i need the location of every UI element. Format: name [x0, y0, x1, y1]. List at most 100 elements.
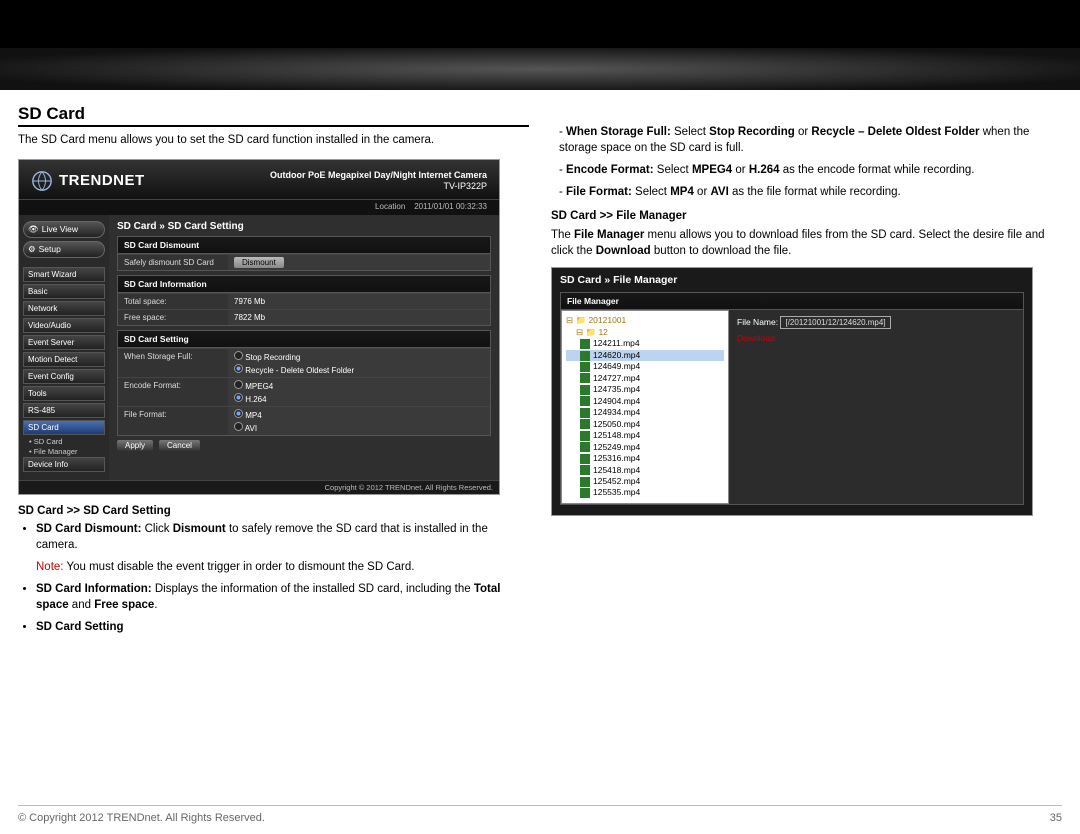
ui-copyright: Copyright © 2012 TRENDnet. All Rights Re… [19, 480, 499, 494]
brand-name: TRENDNET [59, 172, 145, 189]
file-manager-description: The File Manager menu allows you to down… [551, 228, 1062, 259]
left-column: SD Card The SD Card menu allows you to s… [18, 104, 529, 641]
brand-logo: TRENDNET [31, 170, 145, 192]
file-item[interactable]: 125535.mp4 [566, 487, 724, 498]
eye-icon: 👁 [28, 224, 39, 235]
nav-basic[interactable]: Basic [23, 284, 105, 299]
product-name: Outdoor PoE Megapixel Day/Night Internet… [270, 170, 487, 182]
page-footer: © Copyright 2012 TRENDnet. All Rights Re… [18, 805, 1062, 824]
free-space-label: Free space: [118, 310, 228, 325]
nav-smart-wizard[interactable]: Smart Wizard [23, 267, 105, 282]
storage-full-label: When Storage Full: [118, 349, 228, 377]
download-link[interactable]: Download [737, 333, 775, 343]
radio-avi[interactable] [234, 422, 243, 431]
file-icon [580, 431, 590, 441]
file-item[interactable]: 124904.mp4 [566, 396, 724, 407]
location-label: Location [375, 202, 405, 211]
screenshot-file-manager: SD Card » File Manager File Manager ⊟ 📁 … [551, 267, 1033, 516]
section-heading-sd-card: SD Card [18, 104, 529, 127]
file-icon [580, 362, 590, 372]
fm-panel-title: SD Card » File Manager [552, 268, 1032, 292]
live-view-button[interactable]: 👁 Live View [23, 221, 105, 238]
intro-text: The SD Card menu allows you to set the S… [18, 133, 529, 149]
header-title-right: TV-IP322P [989, 67, 1062, 84]
file-name-label: File Name: [737, 317, 778, 327]
cancel-button[interactable]: Cancel [159, 440, 200, 451]
subnav-sd-card[interactable]: • SD Card [23, 437, 105, 446]
total-space-value: 7976 Mb [228, 294, 490, 309]
radio-h264[interactable] [234, 393, 243, 402]
nav-motion-detect[interactable]: Motion Detect [23, 352, 105, 367]
bullet-dismount: SD Card Dismount: Click Dismount to safe… [36, 521, 529, 575]
file-icon [580, 419, 590, 429]
file-icon [580, 477, 590, 487]
file-icon [580, 339, 590, 349]
file-tree[interactable]: ⊟ 📁 20121001 ⊟ 📁 12 124211.mp4124620.mp4… [561, 310, 729, 504]
file-item[interactable]: 124735.mp4 [566, 384, 724, 395]
footer-page-number: 35 [1050, 812, 1062, 824]
total-space-label: Total space: [118, 294, 228, 309]
nav-sd-card[interactable]: SD Card [23, 420, 105, 435]
file-item[interactable]: 124649.mp4 [566, 361, 724, 372]
group-info: SD Card Information Total space: 7976 Mb… [117, 275, 491, 326]
file-item[interactable]: 125418.mp4 [566, 465, 724, 476]
file-icon [580, 408, 590, 418]
subhead-file-manager: SD Card >> File Manager [551, 210, 1062, 222]
fm-legend: File Manager [561, 293, 1023, 310]
nav-tools[interactable]: Tools [23, 386, 105, 401]
radio-stop-recording[interactable] [234, 351, 243, 360]
screenshot-sdcard-settings: TRENDNET Outdoor PoE Megapixel Day/Night… [18, 159, 500, 495]
file-icon [580, 396, 590, 406]
side-nav: 👁 Live View ⚙ Setup Smart Wizard Basic N… [19, 215, 109, 480]
footer-copyright: © Copyright 2012 TRENDnet. All Rights Re… [18, 812, 265, 824]
file-item[interactable]: 124727.mp4 [566, 373, 724, 384]
nav-video-audio[interactable]: Video/Audio [23, 318, 105, 333]
header-title-left: TRENDnet User's Guide [18, 67, 188, 84]
group-setting: SD Card Setting When Storage Full: Stop … [117, 330, 491, 436]
subnav-file-manager[interactable]: • File Manager [23, 447, 105, 456]
radio-mp4[interactable] [234, 409, 243, 418]
panel-title: SD Card » SD Card Setting [117, 221, 491, 232]
group-setting-legend: SD Card Setting [118, 331, 490, 348]
file-item[interactable]: 125249.mp4 [566, 442, 724, 453]
dismount-row-label: Safely dismount SD Card [118, 255, 228, 270]
bullet-file-format: File Format: Select MP4 or AVI as the fi… [559, 184, 1062, 200]
nav-network[interactable]: Network [23, 301, 105, 316]
file-item[interactable]: 125452.mp4 [566, 476, 724, 487]
file-path: [/20121001/12/124620.mp4] [780, 316, 890, 329]
bullet-encode-format: Encode Format: Select MPEG4 or H.264 as … [559, 162, 1062, 178]
dismount-button[interactable]: Dismount [234, 257, 284, 268]
file-item[interactable]: 125050.mp4 [566, 419, 724, 430]
file-item[interactable]: 124620.mp4 [566, 350, 724, 361]
file-item[interactable]: 125148.mp4 [566, 430, 724, 441]
nav-event-config[interactable]: Event Config [23, 369, 105, 384]
file-item[interactable]: 125316.mp4 [566, 453, 724, 464]
gear-icon: ⚙ [28, 244, 36, 255]
bullet-setting: SD Card Setting [36, 619, 529, 635]
radio-recycle[interactable] [234, 364, 243, 373]
file-icon [580, 351, 590, 361]
group-info-legend: SD Card Information [118, 276, 490, 293]
apply-button[interactable]: Apply [117, 440, 153, 451]
bullet-info: SD Card Information: Displays the inform… [36, 581, 529, 613]
file-icon [580, 488, 590, 498]
file-item[interactable]: 124211.mp4 [566, 338, 724, 349]
file-icon [580, 454, 590, 464]
nav-rs485[interactable]: RS-485 [23, 403, 105, 418]
note-label: Note: [36, 561, 64, 573]
nav-device-info[interactable]: Device Info [23, 457, 105, 472]
radio-mpeg4[interactable] [234, 380, 243, 389]
free-space-value: 7822 Mb [228, 310, 490, 325]
file-item[interactable]: 124934.mp4 [566, 407, 724, 418]
subhead-sdcard-setting: SD Card >> SD Card Setting [18, 505, 529, 517]
file-icon [580, 385, 590, 395]
tree-root[interactable]: ⊟ 📁 20121001 [566, 315, 724, 326]
file-icon [580, 373, 590, 383]
header-band: TRENDnet User's Guide TV-IP322P [0, 0, 1080, 90]
setup-button[interactable]: ⚙ Setup [23, 241, 105, 258]
encode-format-label: Encode Format: [118, 378, 228, 406]
file-icon [580, 442, 590, 452]
group-dismount: SD Card Dismount Safely dismount SD Card… [117, 236, 491, 271]
tree-subfolder[interactable]: ⊟ 📁 12 [566, 327, 724, 338]
nav-event-server[interactable]: Event Server [23, 335, 105, 350]
